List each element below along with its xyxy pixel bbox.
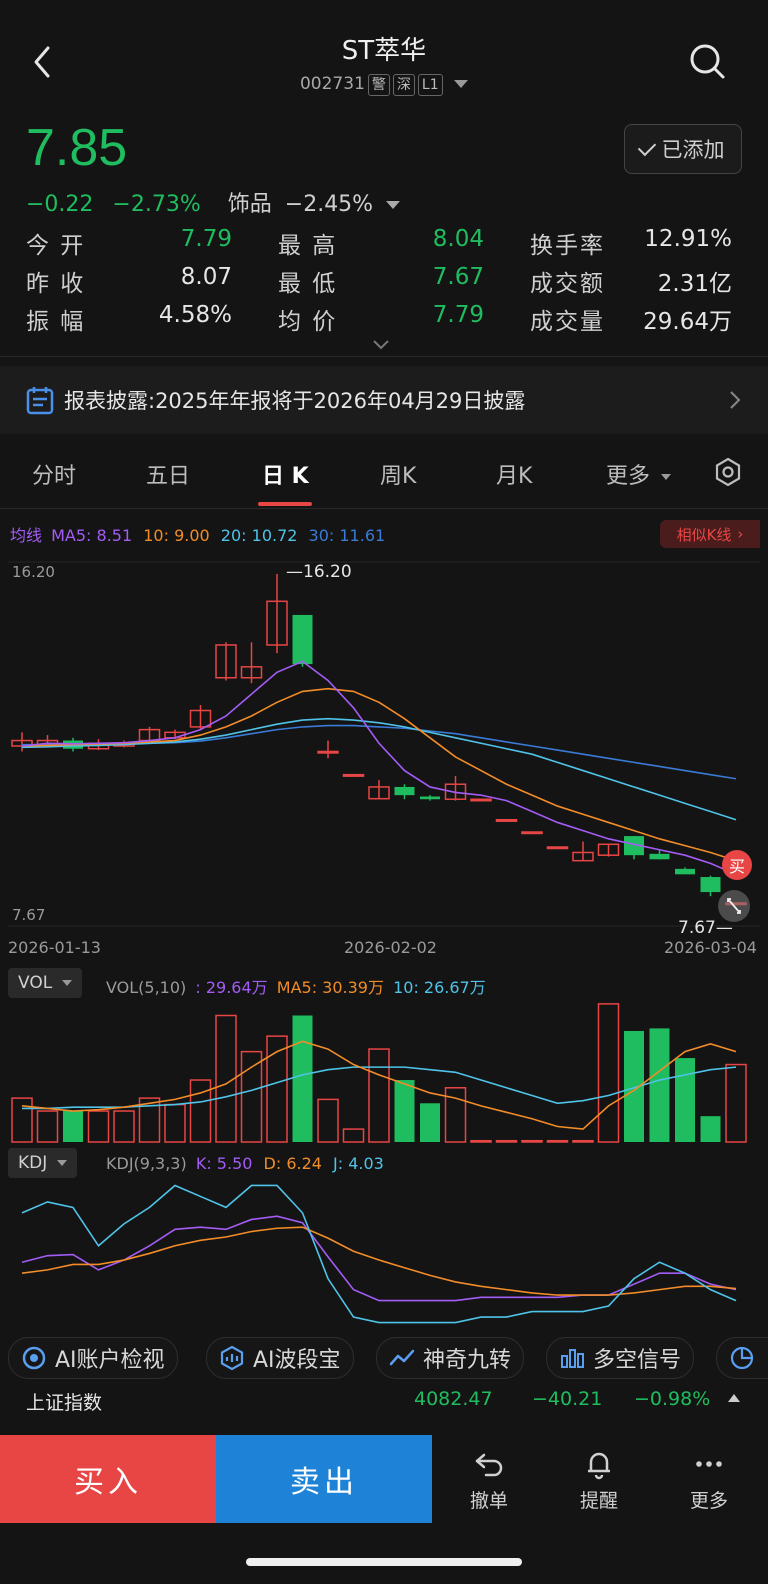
- more-button[interactable]: 更多: [654, 1435, 764, 1523]
- y-axis-top-label: 16.20: [12, 563, 55, 581]
- candle-body: [420, 796, 440, 800]
- caret-down-icon: [62, 980, 73, 986]
- kdj-legend: KDJ(9,3,3) K: 5.50 D: 6.24 J: 4.03: [106, 1154, 384, 1173]
- volume-bar: [317, 1098, 339, 1143]
- index-name: 上证指数: [26, 1392, 103, 1414]
- kdj-indicator-select[interactable]: KDJ: [8, 1148, 78, 1178]
- candle-body: [649, 853, 670, 860]
- caret-down-icon: [57, 1160, 68, 1166]
- trend-icon: [389, 1349, 415, 1366]
- kdj-params: KDJ(9,3,3): [106, 1154, 187, 1173]
- vol-params: VOL(5,10): [106, 978, 187, 997]
- volume-bar: [394, 1080, 415, 1142]
- index-value: 4082.47: [414, 1388, 493, 1410]
- volume-bar: [572, 1139, 594, 1143]
- home-indicator: [246, 1558, 522, 1566]
- high-marker-label: —16.20: [286, 562, 352, 582]
- ai-account-review-button[interactable]: AI账户检视: [8, 1337, 178, 1379]
- volume-bar: [546, 1139, 569, 1143]
- volume-bar: [420, 1103, 440, 1142]
- caret-up-icon[interactable]: [728, 1394, 740, 1402]
- volume-bar: [87, 1110, 110, 1143]
- volume-bar: [725, 1063, 747, 1143]
- volume-bar: [368, 1048, 390, 1143]
- candle-body: [470, 798, 492, 802]
- pie-chart-icon: [730, 1346, 754, 1370]
- candle-body: [317, 750, 339, 754]
- volume-bar: [113, 1110, 135, 1143]
- y-axis-bottom-label: 7.67: [12, 906, 46, 924]
- more-tools-button[interactable]: [716, 1337, 768, 1379]
- vol-indicator-select[interactable]: VOL: [8, 968, 83, 998]
- candle-body: [342, 773, 365, 777]
- candle-body: [546, 846, 569, 850]
- vol-legend: VOL(5,10) : 29.64万 MA5: 30.39万 10: 26.67…: [106, 974, 486, 998]
- index-change-pct: −0.98%: [634, 1388, 711, 1410]
- candle-body: [675, 868, 695, 875]
- vol-value: : 29.64万: [195, 978, 268, 997]
- index-change: −40.21: [532, 1388, 603, 1410]
- buy-button[interactable]: 买入: [0, 1435, 216, 1523]
- more-dots-icon: [696, 1461, 722, 1467]
- magic-nine-button[interactable]: 神奇九转: [376, 1337, 525, 1379]
- ma30-line: [22, 724, 737, 780]
- trade-action-bar: 买入 卖出 撤单 提醒 更多: [0, 1435, 768, 1523]
- alert-button[interactable]: 提醒: [544, 1435, 654, 1523]
- volume-bar: [521, 1139, 543, 1143]
- bar-chart-icon: [561, 1349, 584, 1368]
- volume-bar: [342, 1128, 365, 1143]
- tool-label: AI波段宝: [253, 1348, 341, 1373]
- undo-icon: [475, 1453, 503, 1477]
- kdj-k-value: K: 5.50: [195, 1154, 253, 1173]
- volume-bar: [63, 1111, 83, 1142]
- volume-bar: [700, 1116, 721, 1142]
- volume-bar: [470, 1139, 492, 1143]
- kdj-j-line: [21, 1184, 737, 1324]
- tool-label: 神奇九转: [423, 1348, 512, 1373]
- vol-ma10: 10: 26.67万: [393, 978, 486, 997]
- date-label-mid: 2026-02-02: [344, 938, 437, 957]
- candle-body: [495, 818, 518, 822]
- vol-ma5: MA5: 30.39万: [276, 978, 384, 997]
- volume-bar: [164, 1103, 186, 1143]
- bell-icon: [588, 1452, 610, 1480]
- candle-body: [521, 831, 543, 835]
- kdj-j-value: J: 4.03: [333, 1154, 384, 1173]
- long-short-signal-button[interactable]: 多空信号: [546, 1337, 695, 1379]
- volume-bar: [36, 1110, 59, 1143]
- high-marker-value: 16.20: [303, 562, 352, 582]
- vol-indicator-label: VOL: [18, 973, 53, 993]
- volume-bar: [11, 1097, 33, 1143]
- candle-body: [394, 786, 415, 796]
- candle-body: [292, 614, 313, 665]
- sell-button[interactable]: 卖出: [216, 1435, 432, 1523]
- volume-bar: [189, 1079, 212, 1143]
- cancel-order-button[interactable]: 撤单: [434, 1435, 544, 1523]
- expand-chart-button[interactable]: [718, 890, 750, 922]
- tool-label: 多空信号: [593, 1348, 682, 1373]
- ai-band-button[interactable]: AI波段宝: [206, 1337, 354, 1379]
- index-ticker[interactable]: 上证指数 4082.47 −40.21 −0.98%: [0, 1384, 768, 1418]
- volume-bar: [649, 1028, 670, 1142]
- ma10-line: [21, 687, 737, 862]
- cancel-order-label: 撤单: [469, 1490, 508, 1512]
- alert-label: 提醒: [579, 1490, 618, 1512]
- date-label-end: 2026-03-04: [664, 938, 757, 957]
- eye-icon: [22, 1346, 46, 1370]
- kdj-indicator-label: KDJ: [18, 1153, 48, 1173]
- kdj-d-value: D: 6.24: [263, 1154, 322, 1173]
- buy-signal-marker[interactable]: 买: [722, 850, 752, 880]
- volume-bar: [675, 1058, 695, 1142]
- date-label-start: 2026-01-13: [8, 938, 101, 957]
- volume-bar: [240, 1050, 263, 1143]
- volume-bar: [495, 1139, 518, 1143]
- expand-icon: [727, 898, 741, 914]
- more-label: 更多: [689, 1490, 728, 1512]
- tool-label: AI账户检视: [55, 1348, 165, 1373]
- low-marker-value: 7.67: [678, 918, 716, 938]
- ai-chart-icon: [220, 1345, 244, 1371]
- volume-bar: [292, 1015, 313, 1142]
- ma20-line: [21, 717, 737, 821]
- volume-bar: [597, 1003, 620, 1143]
